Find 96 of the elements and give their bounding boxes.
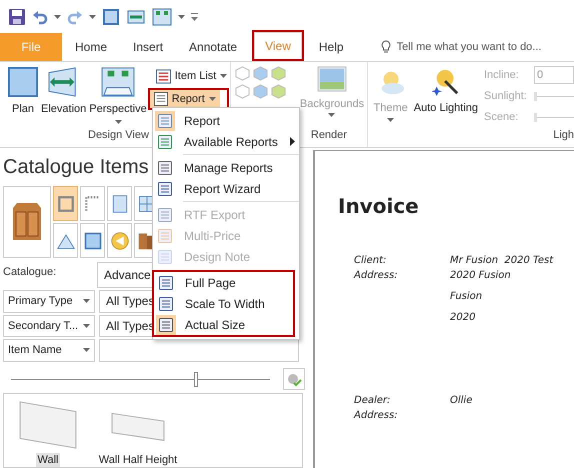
- category-tile[interactable]: [80, 223, 105, 258]
- menu-item[interactable]: Report Wizard: [153, 178, 299, 199]
- cube-icon[interactable]: [252, 66, 268, 81]
- field-value: 2020: [450, 311, 476, 325]
- category-icon: [84, 194, 102, 212]
- ribbon-button[interactable]: Auto Lighting: [414, 68, 478, 115]
- field-value: Ollie: [450, 394, 472, 408]
- wall-icon: [18, 400, 78, 450]
- catalogue-item[interactable]: Wall: [8, 400, 88, 468]
- group-label: Ligh: [553, 128, 574, 142]
- window-icon[interactable]: [102, 8, 120, 26]
- dropdown-caret-icon: [83, 324, 90, 328]
- field-value: Mr Fusion 2020 Test: [450, 254, 554, 268]
- size-slider[interactable]: [11, 372, 270, 387]
- menu-item[interactable]: Report: [153, 110, 299, 131]
- expand-caret-icon: [328, 113, 336, 117]
- panel-title: Catalogue Items: [3, 155, 149, 180]
- category-tile[interactable]: [53, 186, 78, 221]
- plan-icon: [8, 67, 38, 97]
- category-tile[interactable]: [107, 186, 132, 221]
- field-label: Catalogue:: [3, 265, 58, 280]
- cube-icon[interactable]: [234, 84, 250, 99]
- light-slider[interactable]: [534, 112, 574, 122]
- category-icon: [110, 232, 128, 250]
- category-tile[interactable]: [53, 223, 78, 258]
- menu-item[interactable]: Available Reports: [153, 131, 299, 152]
- perspective-icon: [101, 67, 135, 97]
- slider-thumb[interactable]: [534, 92, 537, 100]
- cabinet-icon: [10, 202, 44, 242]
- document-title: Invoice: [338, 193, 420, 220]
- category-tile[interactable]: [80, 186, 105, 221]
- dropdown-caret-icon: [178, 14, 185, 18]
- ribbon-tab[interactable]: Annotate: [179, 33, 248, 61]
- slider-thumb[interactable]: [534, 112, 537, 122]
- field-value: 2020 Fusion: [450, 269, 511, 283]
- cube-icon[interactable]: [270, 66, 286, 81]
- slider-thumb[interactable]: [194, 372, 198, 387]
- dropdown-caret-icon: [89, 14, 96, 18]
- elevation-icon[interactable]: [126, 8, 146, 26]
- expand-caret-icon: [114, 120, 122, 124]
- item-label: Wall Half Height: [98, 453, 178, 468]
- group-label: Design View: [88, 128, 149, 142]
- undo-icon[interactable]: [32, 8, 48, 24]
- submenu-arrow-icon: [290, 137, 295, 146]
- redo-icon[interactable]: [67, 8, 83, 24]
- ribbon-tab[interactable]: Help: [308, 33, 354, 61]
- list-icon: [156, 68, 171, 84]
- save-icon[interactable]: [8, 8, 26, 26]
- dropdown-caret-icon: [83, 299, 90, 304]
- ribbon-button[interactable]: Plan: [8, 67, 38, 116]
- report-button[interactable]: Report: [150, 90, 220, 108]
- cube-icon[interactable]: [234, 66, 250, 81]
- catalogue-item[interactable]: Wall Half Height: [98, 400, 178, 468]
- dropdown-caret-icon: [208, 97, 216, 101]
- category-tile[interactable]: [107, 223, 132, 258]
- category-icon: [110, 194, 128, 212]
- settings-button[interactable]: [283, 368, 305, 390]
- ribbon-button[interactable]: Perspective: [89, 67, 147, 116]
- item-list-button[interactable]: Item List: [154, 67, 230, 85]
- category-icon: [56, 232, 74, 250]
- field-label: Address:: [354, 409, 399, 423]
- expand-caret-icon: [387, 118, 394, 122]
- landscape-icon: [316, 66, 347, 92]
- field-label: Incline:: [484, 68, 520, 83]
- field-label: Address:: [354, 269, 399, 283]
- field-value: Fusion: [450, 290, 484, 304]
- perspective-icon[interactable]: [152, 8, 172, 26]
- menu-item[interactable]: Full Page: [154, 272, 293, 293]
- field-label: Scene:: [484, 110, 520, 125]
- filter-type-dropdown[interactable]: Item Name: [3, 339, 95, 362]
- menu-item[interactable]: Scale To Width: [154, 293, 293, 314]
- cube-icon[interactable]: [252, 84, 268, 99]
- category-icon: [56, 194, 74, 212]
- magic-bulb-icon: [432, 68, 460, 96]
- customize-icon[interactable]: [191, 12, 198, 20]
- category-icon: [84, 232, 102, 250]
- field-label: Sunlight:: [484, 88, 528, 104]
- item-label: Wall: [36, 453, 60, 468]
- cube-icon[interactable]: [270, 84, 286, 99]
- group-label: Render: [310, 128, 347, 142]
- field-label: Dealer:: [354, 394, 392, 408]
- field-label: Client:: [354, 254, 388, 268]
- dropdown-caret-icon: [83, 348, 90, 352]
- dropdown-caret-icon: [220, 74, 228, 78]
- lightbulb-icon: [380, 40, 391, 54]
- light-slider[interactable]: [534, 92, 574, 100]
- menu-item[interactable]: Actual Size: [154, 314, 293, 335]
- tell-me-field[interactable]: Tell me what you want to do...: [396, 38, 569, 56]
- ribbon-button[interactable]: Elevation: [41, 67, 86, 116]
- ribbon-tab[interactable]: Insert: [123, 33, 174, 61]
- menu-item[interactable]: Manage Reports: [153, 157, 299, 178]
- filter-type-dropdown[interactable]: Primary Type: [3, 290, 95, 313]
- filter-type-dropdown[interactable]: Secondary T...: [3, 314, 95, 338]
- dropdown-caret-icon: [54, 14, 61, 18]
- category-tile[interactable]: [3, 186, 51, 258]
- ribbon-tab[interactable]: Home: [65, 33, 118, 61]
